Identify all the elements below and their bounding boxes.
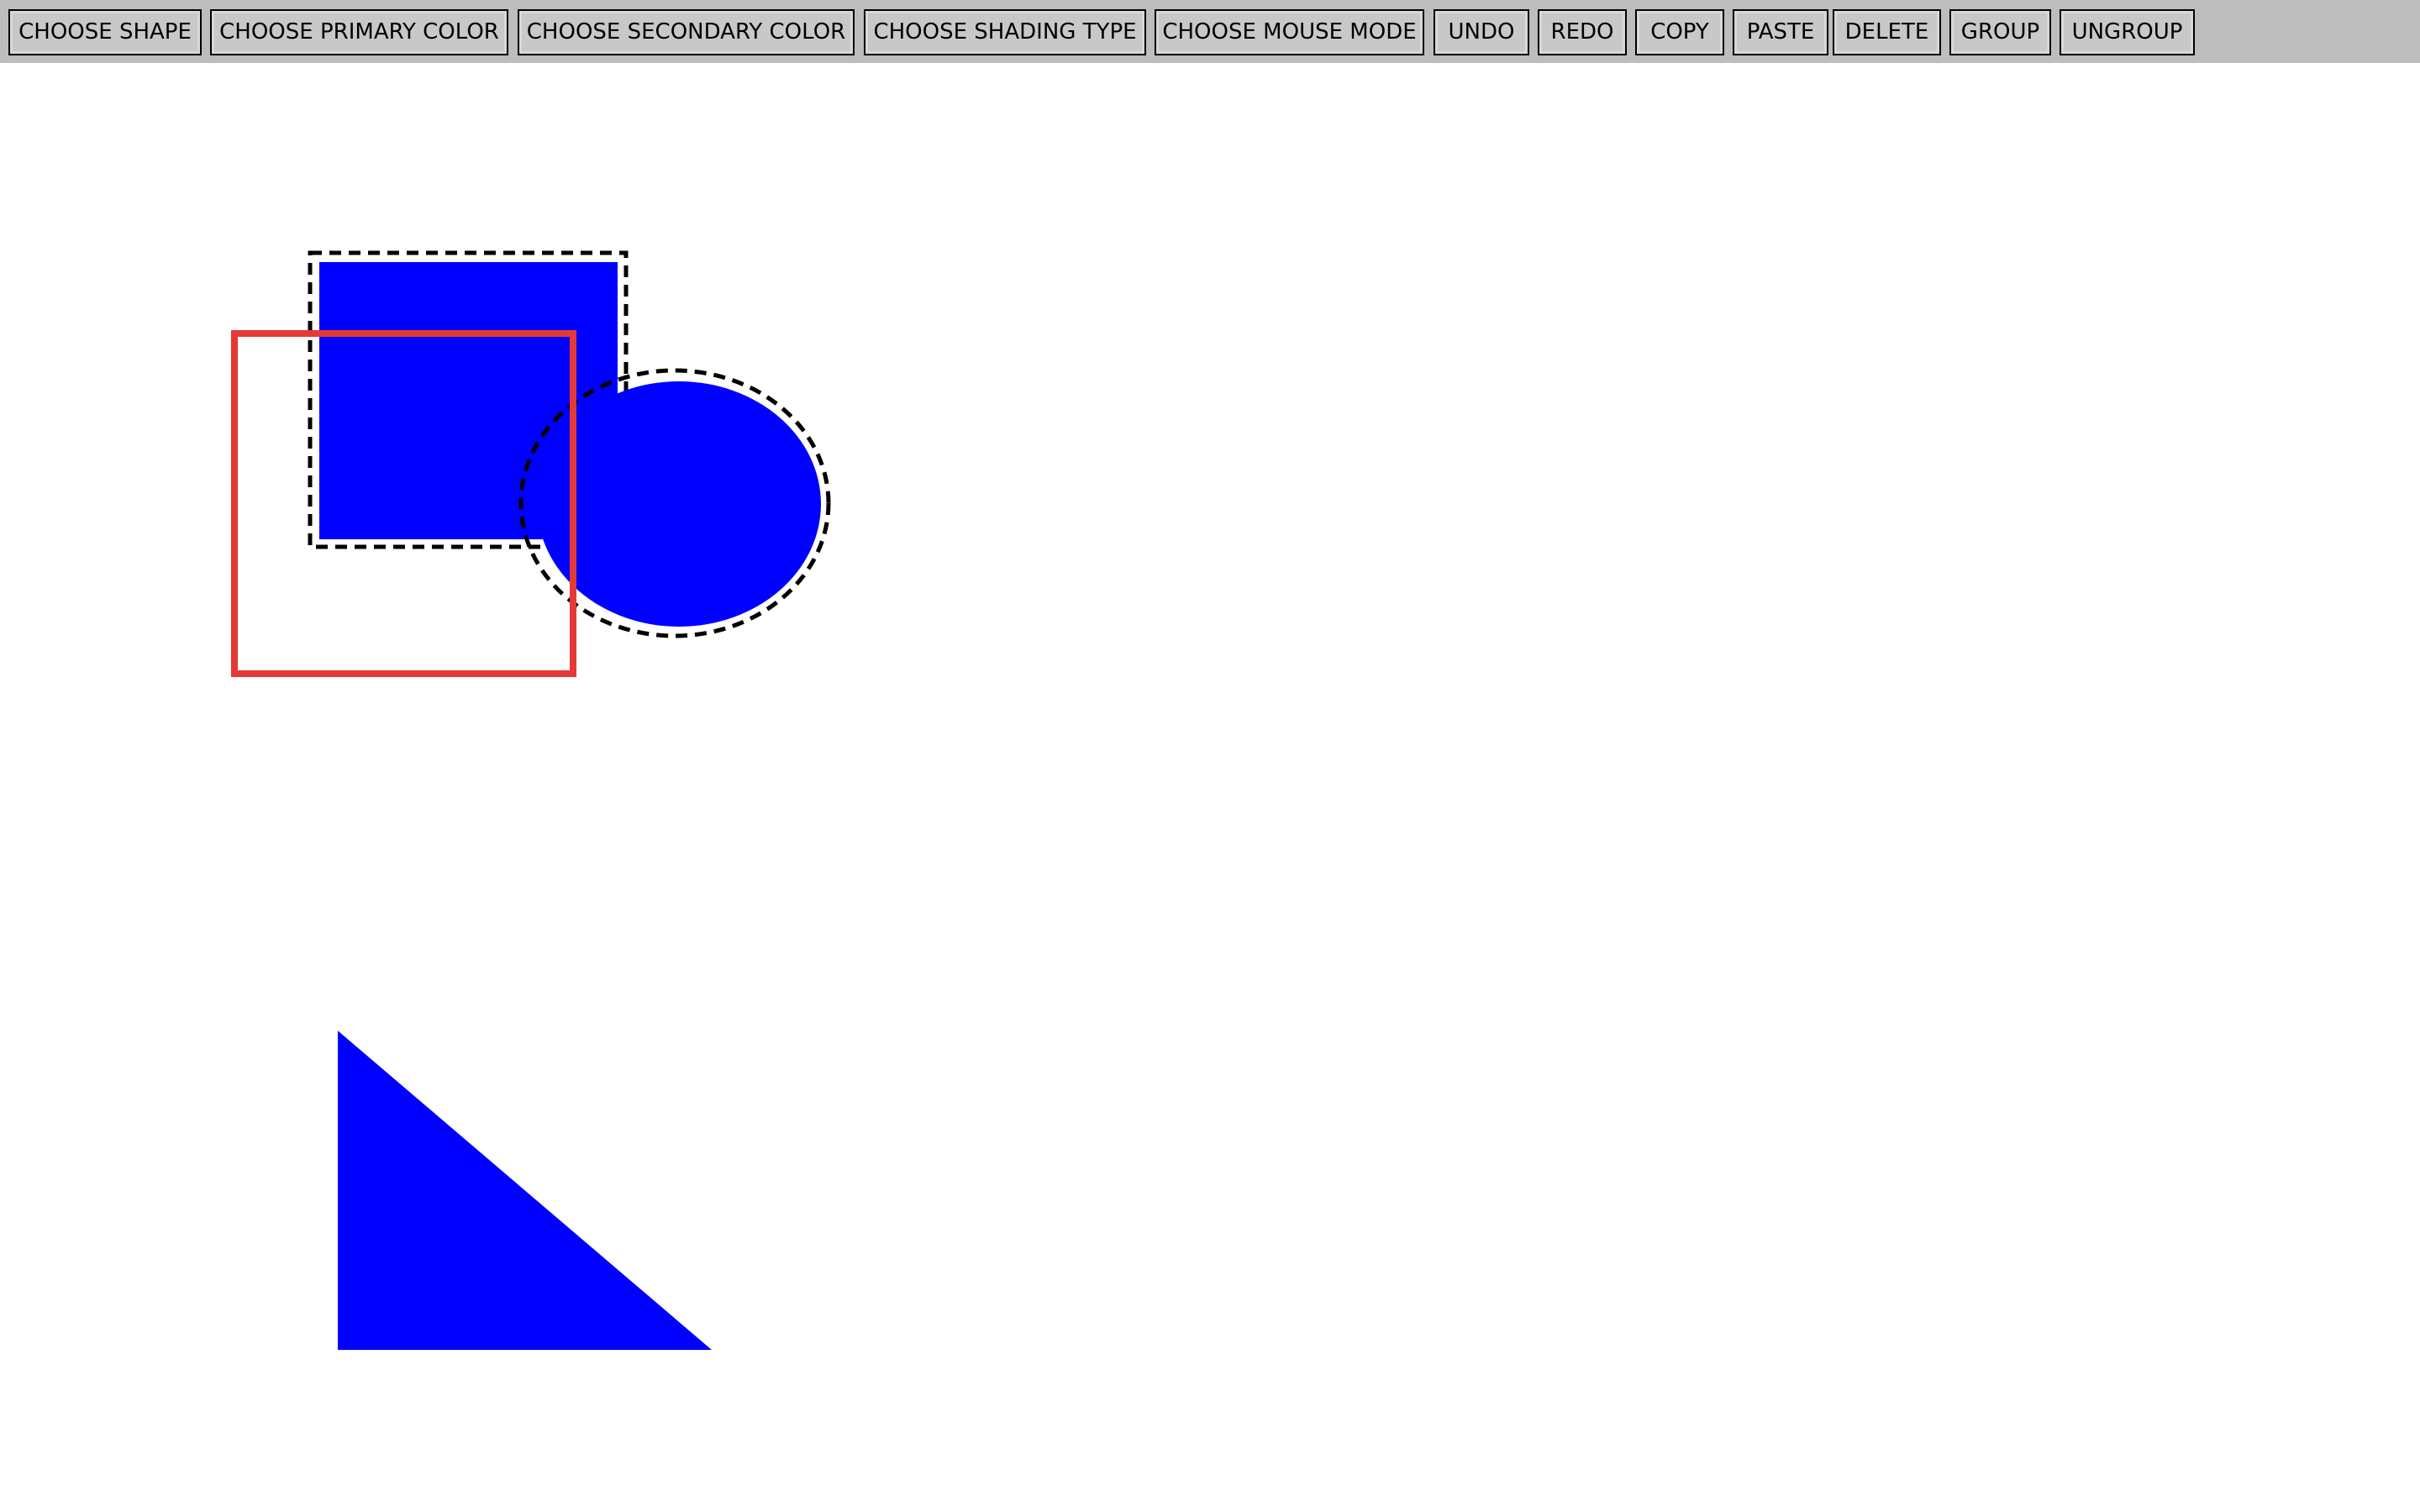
choose-shading-type-button[interactable]: CHOOSE SHADING TYPE <box>864 9 1146 55</box>
choose-shape-button[interactable]: CHOOSE SHAPE <box>8 9 202 55</box>
choose-primary-color-button[interactable]: CHOOSE PRIMARY COLOR <box>210 9 508 55</box>
copy-button[interactable]: COPY <box>1635 9 1724 55</box>
blue-triangle-shape[interactable] <box>338 1031 712 1350</box>
group-button[interactable]: GROUP <box>1949 9 2051 55</box>
ungroup-button[interactable]: UNGROUP <box>2060 9 2195 55</box>
undo-button[interactable]: UNDO <box>1434 9 1529 55</box>
blue-ellipse-shape[interactable] <box>537 381 821 627</box>
delete-button[interactable]: DELETE <box>1833 9 1941 55</box>
canvas-svg[interactable] <box>0 63 2420 1512</box>
drawing-canvas[interactable] <box>0 63 2420 1512</box>
toolbar: CHOOSE SHAPE CHOOSE PRIMARY COLOR CHOOSE… <box>0 0 2420 63</box>
choose-mouse-mode-button[interactable]: CHOOSE MOUSE MODE <box>1155 9 1424 55</box>
redo-button[interactable]: REDO <box>1538 9 1627 55</box>
paint-app: CHOOSE SHAPE CHOOSE PRIMARY COLOR CHOOSE… <box>0 0 2420 1512</box>
paste-button[interactable]: PASTE <box>1733 9 1828 55</box>
choose-secondary-color-button[interactable]: CHOOSE SECONDARY COLOR <box>518 9 855 55</box>
